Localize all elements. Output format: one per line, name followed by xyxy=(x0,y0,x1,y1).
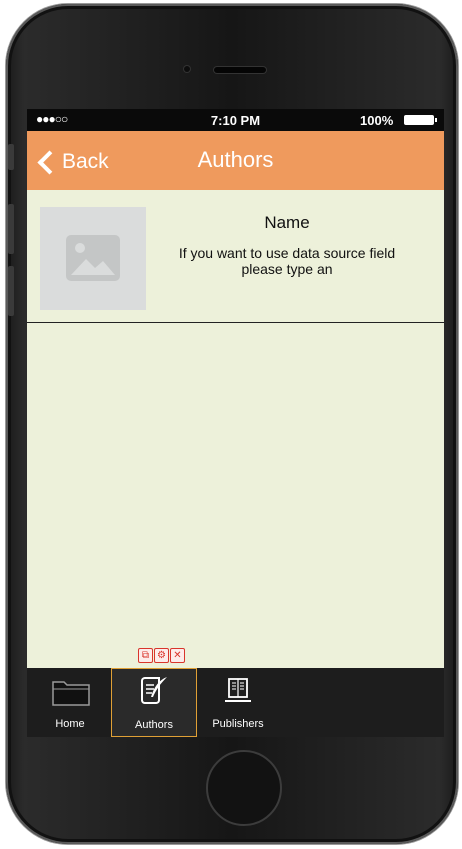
tab-bar: Home Authors Publishers xyxy=(27,668,444,737)
battery-icon xyxy=(404,115,437,125)
author-name: Name xyxy=(264,213,310,232)
navigation-bar: Back Authors xyxy=(27,131,444,190)
volume-up-button xyxy=(8,204,14,254)
page-title: Authors xyxy=(197,147,274,172)
author-description: If you want to use data source field ple… xyxy=(178,245,396,277)
app-screen: ●●●○○ 7:10 PM 100% Back Authors Name If … xyxy=(27,109,444,737)
image-placeholder-icon xyxy=(40,207,146,310)
tab-authors-label: Authors xyxy=(135,719,173,731)
tab-publishers[interactable]: Publishers xyxy=(203,668,273,737)
home-button[interactable] xyxy=(206,750,282,826)
battery-percent: 100% xyxy=(360,113,394,128)
earpiece-speaker xyxy=(214,67,266,73)
tab-authors[interactable]: Authors xyxy=(111,668,197,737)
book-icon xyxy=(225,678,251,702)
folder-icon xyxy=(52,681,90,706)
tab-home[interactable]: Home xyxy=(40,668,100,737)
status-bar: ●●●○○ 7:10 PM 100% xyxy=(27,109,444,131)
delete-icon[interactable]: ✕ xyxy=(170,648,185,663)
quill-scroll-icon xyxy=(141,677,167,704)
volume-down-button xyxy=(8,266,14,316)
list-item[interactable]: Name If you want to use data source fiel… xyxy=(27,190,444,323)
edit-controls: ⧉ ⚙ ✕ xyxy=(138,648,185,663)
silent-switch xyxy=(8,144,14,170)
copy-icon[interactable]: ⧉ xyxy=(138,648,153,663)
front-camera xyxy=(184,66,190,72)
tab-home-label: Home xyxy=(55,718,85,730)
settings-icon[interactable]: ⚙ xyxy=(154,648,169,663)
tab-publishers-label: Publishers xyxy=(212,718,264,730)
